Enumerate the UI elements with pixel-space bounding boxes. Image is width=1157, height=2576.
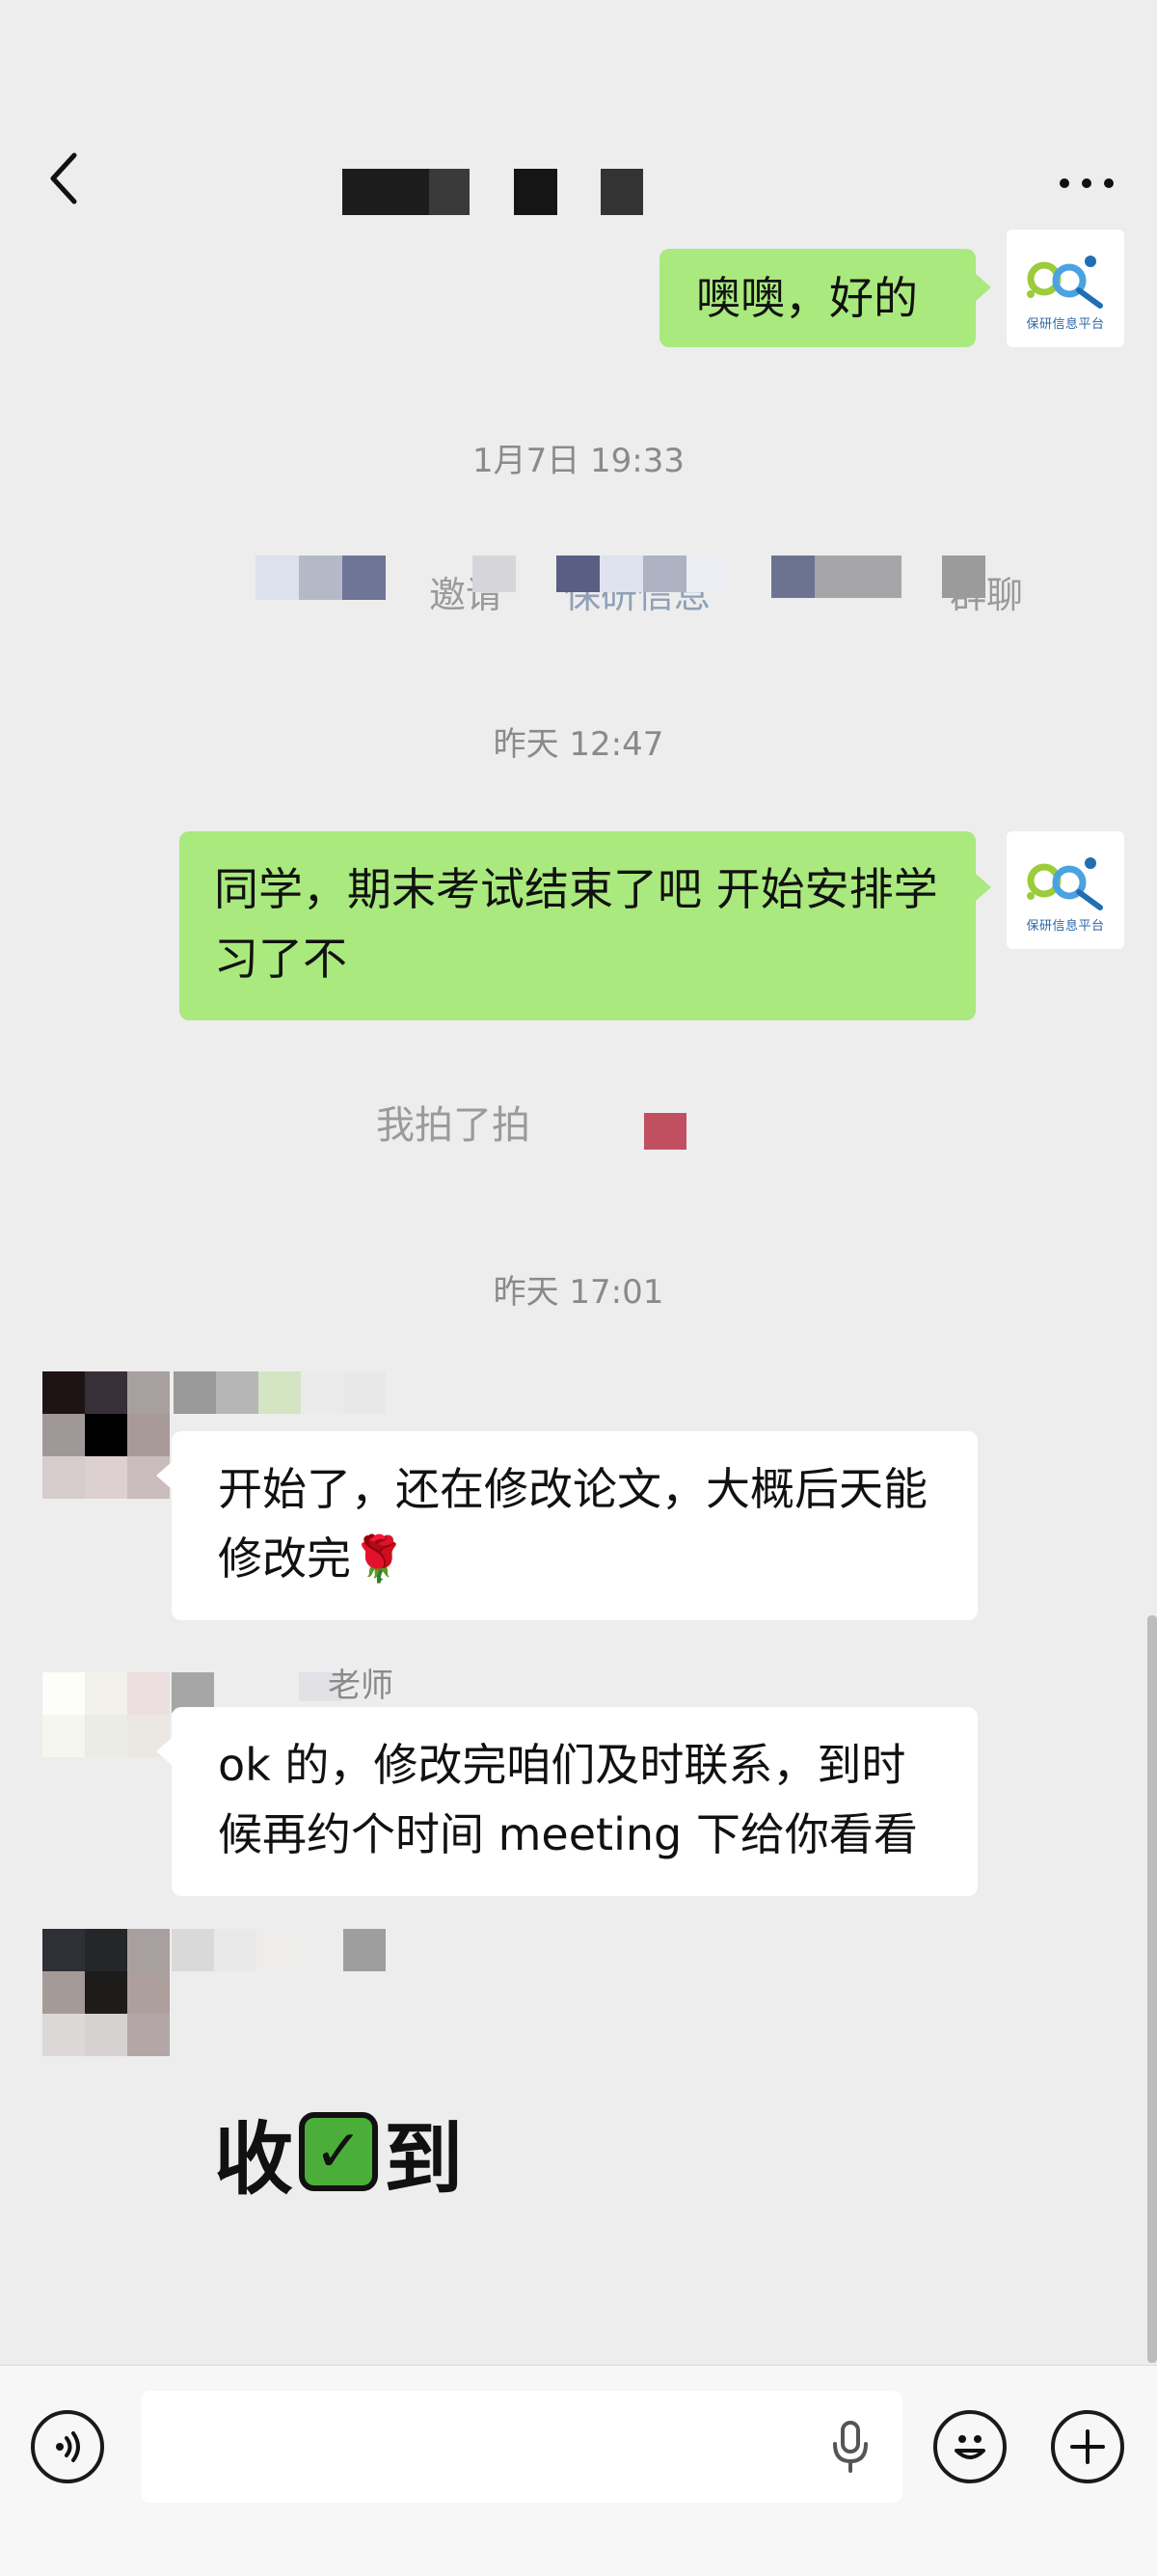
more-button[interactable] bbox=[1053, 159, 1120, 207]
voice-mode-icon bbox=[56, 2431, 80, 2462]
scrollbar[interactable] bbox=[1147, 1615, 1157, 2363]
incoming-message-bubble[interactable]: 开始了，还在修改论文，大概后天能修改完🌹 bbox=[172, 1431, 978, 1620]
bubble-tail bbox=[156, 1738, 172, 1765]
blur-block bbox=[343, 1929, 386, 1971]
voice-mode-button[interactable] bbox=[31, 2410, 104, 2483]
blur-block bbox=[301, 1371, 343, 1414]
blur-block bbox=[771, 556, 815, 598]
rose-emoji: 🌹 bbox=[351, 1532, 407, 1585]
platform-logo-icon bbox=[1027, 856, 1103, 910]
blur-block bbox=[342, 556, 386, 600]
message-text: ok 的，修改完咱们及时联系，到时候再约个时间 meeting 下给你看看 bbox=[218, 1739, 918, 1860]
sticker-check-box: ✓ bbox=[299, 2112, 379, 2191]
blur-block bbox=[686, 556, 730, 592]
outgoing-message-bubble[interactable]: 同学，期末考试结束了吧 开始安排学习了不 bbox=[179, 831, 976, 1020]
pat-notice: 我拍了拍 bbox=[376, 1090, 704, 1150]
emoji-button[interactable] bbox=[933, 2410, 1007, 2483]
blur-block bbox=[643, 556, 686, 592]
blur-block bbox=[556, 556, 600, 592]
contact-avatar[interactable] bbox=[42, 1371, 170, 1499]
sticker-message[interactable]: 收 ✓ 到 bbox=[214, 2099, 503, 2206]
checkmark-icon: ✓ bbox=[313, 2118, 363, 2185]
sticker-char: 收 bbox=[214, 2113, 294, 2206]
blur-block bbox=[172, 1929, 214, 1971]
sender-name-blurred bbox=[172, 1929, 388, 1971]
chevron-left-icon bbox=[50, 152, 77, 204]
blur-block bbox=[256, 556, 299, 600]
title-blur-block bbox=[601, 169, 643, 215]
title-blur-block bbox=[429, 169, 470, 215]
incoming-message-bubble[interactable]: ok 的，修改完咱们及时联系，到时候再约个时间 meeting 下给你看看 bbox=[172, 1707, 978, 1896]
blur-block bbox=[258, 1371, 301, 1414]
back-button[interactable] bbox=[39, 145, 87, 212]
blur-block bbox=[299, 556, 342, 600]
blur-block bbox=[644, 1113, 686, 1150]
sender-name-blurred bbox=[174, 1371, 386, 1414]
bubble-tail bbox=[976, 874, 991, 901]
blur-block bbox=[216, 1371, 258, 1414]
blur-block bbox=[343, 1371, 386, 1414]
system-invite-notice: 邀请 保研信息 群聊 bbox=[256, 552, 1027, 616]
chat-title-blurred bbox=[342, 169, 651, 215]
title-blur-block bbox=[514, 169, 557, 215]
plus-button[interactable] bbox=[1051, 2410, 1124, 2483]
platform-caption: 保研信息平台 bbox=[1026, 316, 1105, 332]
contact-avatar[interactable] bbox=[42, 1672, 170, 1800]
input-bar bbox=[0, 2365, 1157, 2576]
platform-caption: 保研信息平台 bbox=[1026, 918, 1105, 934]
title-blur-block bbox=[342, 169, 429, 215]
sticker-char: 到 bbox=[384, 2113, 464, 2206]
more-dots-icon bbox=[1060, 178, 1114, 188]
microphone-button[interactable] bbox=[821, 2418, 879, 2476]
outgoing-message-bubble[interactable]: 噢噢，好的 bbox=[659, 249, 976, 347]
timestamp: 1月7日 19:33 bbox=[471, 442, 686, 480]
bubble-tail bbox=[976, 274, 991, 301]
blur-block bbox=[256, 1929, 299, 1971]
platform-avatar[interactable]: 保研信息平台 bbox=[1007, 831, 1124, 949]
blur-block bbox=[942, 556, 985, 598]
message-text: 同学，期末考试结束了吧 开始安排学习了不 bbox=[214, 863, 938, 985]
bubble-tail bbox=[156, 1462, 172, 1489]
pat-text: 我拍了拍 bbox=[376, 1103, 530, 1148]
timestamp: 昨天 12:47 bbox=[493, 725, 664, 764]
sender-name: 老师 bbox=[328, 1667, 393, 1705]
message-text: 噢噢，好的 bbox=[696, 272, 918, 324]
blur-block bbox=[174, 1371, 216, 1414]
blur-block bbox=[472, 556, 516, 592]
message-input[interactable] bbox=[141, 2391, 902, 2503]
emoji-icon bbox=[955, 2435, 985, 2459]
platform-avatar[interactable]: 保研信息平台 bbox=[1007, 230, 1124, 347]
contact-avatar[interactable] bbox=[42, 1929, 170, 2056]
microphone-icon bbox=[833, 2421, 868, 2473]
blur-block bbox=[600, 556, 643, 592]
message-text: 开始了，还在修改论文，大概后天能修改完 bbox=[218, 1463, 928, 1585]
timestamp: 昨天 17:01 bbox=[493, 1273, 664, 1312]
plus-icon bbox=[1070, 2429, 1105, 2464]
blur-block bbox=[815, 556, 901, 598]
platform-logo-icon bbox=[1027, 255, 1103, 309]
blur-block bbox=[214, 1929, 256, 1971]
